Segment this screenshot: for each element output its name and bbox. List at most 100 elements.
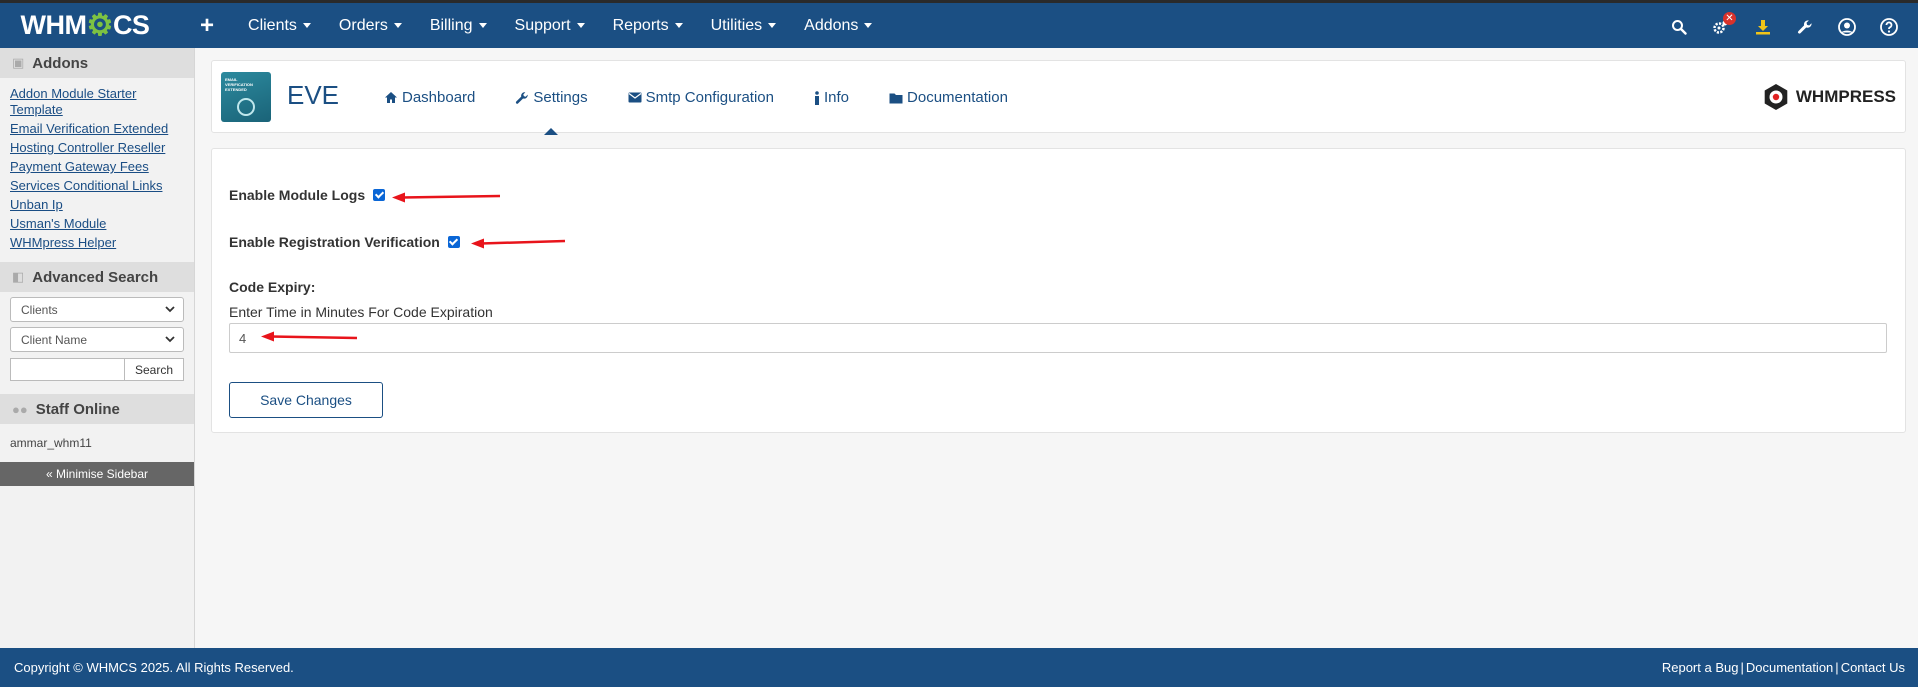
whmpress-brand[interactable]: WHMPRESS — [1762, 83, 1896, 111]
sidebar-staff-online-header: ●● Staff Online — [0, 394, 194, 424]
sidebar-link-payment-gateway-fees[interactable]: Payment Gateway Fees — [10, 159, 184, 175]
sidebar-link-unban-ip[interactable]: Unban Ip — [10, 197, 184, 213]
menu-label: Addons — [804, 16, 859, 34]
menu-orders[interactable]: Orders — [325, 3, 416, 48]
search-type-select[interactable]: Clients — [10, 297, 184, 322]
sidebar-link-addon-module-starter[interactable]: Addon Module Starter Template — [10, 86, 184, 118]
sidebar-link-usmans-module[interactable]: Usman's Module — [10, 216, 184, 232]
footer-link-report-bug[interactable]: Report a Bug — [1662, 660, 1739, 675]
menu-label: Clients — [248, 16, 297, 34]
tab-label: Settings — [533, 89, 588, 106]
folder-icon — [889, 92, 903, 104]
wrench-icon — [515, 91, 529, 105]
staff-online-user: ammar_whm11 — [10, 436, 92, 450]
select-value: Client Name — [21, 332, 88, 347]
sidebar-addons-header: ▣ Addons — [0, 48, 194, 78]
sidebar-link-whmpress-helper[interactable]: WHMpress Helper — [10, 235, 184, 251]
tab-info[interactable]: Info — [794, 61, 869, 134]
annotation-arrow — [261, 331, 358, 342]
search-icon[interactable] — [1658, 6, 1700, 48]
annotation-arrow — [471, 238, 566, 249]
sidebar-header-label: Addons — [32, 54, 89, 72]
footer-separator: | — [1740, 660, 1744, 675]
registration-verification-checkbox[interactable] — [447, 236, 460, 248]
caret-down-icon — [768, 23, 777, 28]
search-field-select[interactable]: Client Name — [10, 327, 184, 352]
envelope-icon — [628, 92, 642, 103]
logo-text-b: CS — [112, 10, 150, 40]
sidebar-link-services-conditional[interactable]: Services Conditional Links — [10, 178, 184, 194]
tab-documentation[interactable]: Documentation — [869, 61, 1028, 134]
module-header-panel: EMAIL VERIFICATION EXTENDED EVE Dashboar… — [211, 60, 1906, 135]
module-logo-caption: EMAIL VERIFICATION EXTENDED — [225, 77, 253, 92]
info-icon — [814, 90, 820, 105]
email-badge-icon — [237, 98, 255, 116]
minimise-sidebar-button[interactable]: « Minimise Sidebar — [0, 462, 194, 486]
code-expiry-label: Code Expiry: — [229, 279, 316, 295]
menu-label: Reports — [612, 16, 669, 34]
home-icon — [384, 91, 398, 104]
caret-down-icon — [302, 23, 311, 28]
tab-label: Dashboard — [402, 89, 476, 106]
update-download-icon[interactable] — [1742, 6, 1784, 48]
menu-utilities[interactable]: Utilities — [697, 3, 791, 48]
menu-reports[interactable]: Reports — [599, 3, 697, 48]
footer: Copyright © WHMCS 2025. All Rights Reser… — [0, 648, 1918, 687]
vendor-name: WHMPRESS — [1795, 87, 1896, 106]
menu-addons[interactable]: Addons — [790, 3, 886, 48]
automation-gears-icon[interactable]: ✕ — [1700, 6, 1742, 48]
tab-smtp-configuration[interactable]: Smtp Configuration — [608, 61, 794, 134]
footer-link-documentation[interactable]: Documentation — [1746, 660, 1833, 675]
tab-label: Info — [824, 89, 850, 106]
settings-panel: Enable Module Logs Enable Registration V… — [211, 148, 1906, 433]
tab-dashboard[interactable]: Dashboard — [364, 61, 495, 134]
save-changes-button[interactable]: Save Changes — [229, 382, 383, 418]
sidebar-link-email-verification[interactable]: Email Verification Extended — [10, 121, 184, 137]
module-title: EVE — [287, 80, 340, 110]
caret-down-icon — [576, 23, 585, 28]
menu-billing[interactable]: Billing — [416, 3, 501, 48]
active-tab-indicator — [544, 128, 559, 135]
gear-icon: ⚙ — [86, 9, 114, 42]
user-account-icon[interactable] — [1826, 6, 1868, 48]
search-row: Search — [10, 358, 184, 381]
footer-links: Report a Bug | Documentation | Contact Us — [1662, 660, 1905, 675]
whmcs-logo[interactable]: WHM ⚙ CS — [0, 3, 170, 48]
module-logo: EMAIL VERIFICATION EXTENDED — [221, 72, 271, 122]
menu-label: Utilities — [710, 16, 763, 34]
cube-icon: ▣ — [12, 55, 25, 70]
menu-label: Support — [514, 16, 571, 34]
module-logs-row: Enable Module Logs — [229, 187, 386, 203]
annotation-arrow — [392, 192, 501, 203]
code-expiry-help: Enter Time in Minutes For Code Expiratio… — [229, 304, 493, 320]
footer-link-contact-us[interactable]: Contact Us — [1841, 660, 1905, 675]
chevron-down-icon — [165, 306, 175, 313]
registration-verification-label: Enable Registration Verification — [229, 234, 440, 250]
nav-icon-group: ✕ — [1658, 6, 1910, 48]
search-button[interactable]: Search — [125, 358, 184, 381]
wrench-icon[interactable] — [1784, 6, 1826, 48]
registration-verification-row: Enable Registration Verification — [229, 234, 460, 250]
module-logs-checkbox[interactable] — [373, 189, 386, 201]
footer-copyright: Copyright © WHMCS 2025. All Rights Reser… — [14, 660, 294, 675]
alert-badge: ✕ — [1723, 12, 1736, 25]
help-icon[interactable] — [1868, 6, 1910, 48]
caret-down-icon — [674, 23, 683, 28]
sidebar: ▣ Addons Addon Module Starter Template E… — [0, 48, 195, 648]
code-expiry-input[interactable] — [229, 323, 1887, 353]
menu-clients[interactable]: Clients — [234, 3, 325, 48]
chevron-down-icon — [165, 336, 175, 343]
menu-support[interactable]: Support — [501, 3, 599, 48]
select-value: Clients — [21, 302, 58, 317]
caret-down-icon — [864, 23, 873, 28]
module-tabs: Dashboard Settings Smtp Configuration In… — [364, 61, 1028, 135]
binoculars-icon: ◧ — [12, 269, 25, 284]
logo-text-a: WHM — [20, 10, 87, 40]
whmpress-logo-icon — [1764, 84, 1788, 110]
sidebar-link-hosting-controller[interactable]: Hosting Controller Reseller — [10, 140, 184, 156]
add-new-icon[interactable]: + — [200, 12, 214, 40]
caret-down-icon — [393, 23, 402, 28]
users-icon: ●● — [12, 401, 28, 417]
search-input[interactable] — [10, 358, 125, 381]
tab-settings[interactable]: Settings — [495, 61, 607, 135]
